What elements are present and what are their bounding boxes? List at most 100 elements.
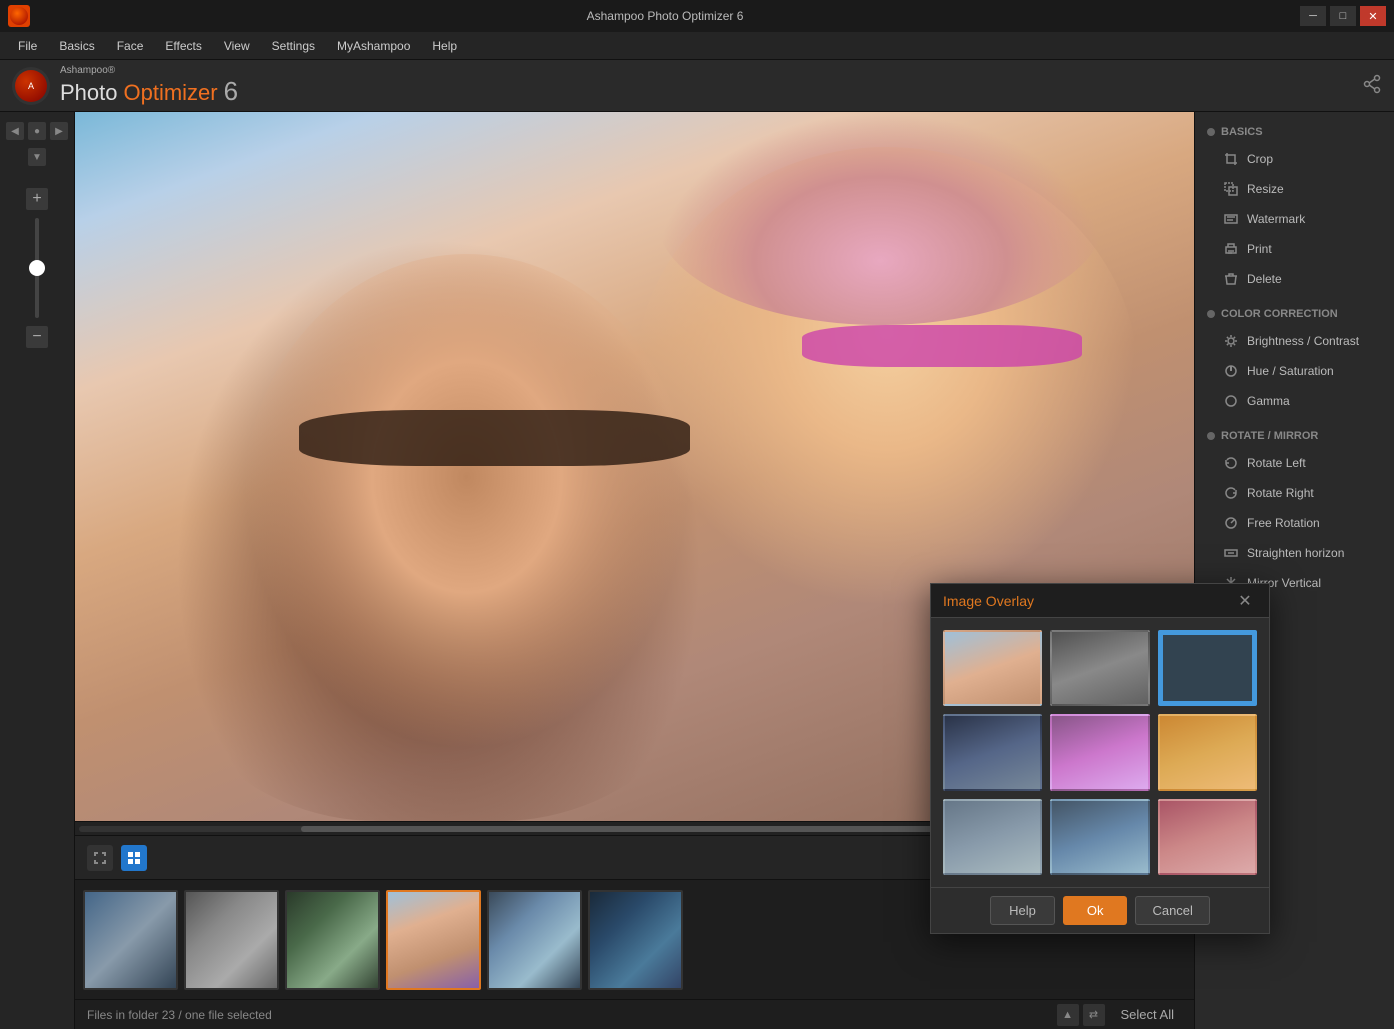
filmstrip-thumb-2[interactable] (184, 890, 279, 990)
nav-down-button[interactable]: ▼ (28, 148, 46, 166)
sidebar-color-correction-header: Color Correction (1195, 302, 1394, 326)
overlay-thumb-1[interactable] (943, 630, 1042, 706)
expand-button[interactable] (87, 845, 113, 871)
sidebar-item-straighten[interactable]: Straighten horizon (1195, 538, 1394, 568)
status-up-button[interactable]: ▲ (1057, 1004, 1079, 1026)
thumbnail-view-button[interactable] (121, 845, 147, 871)
dialog-content (931, 618, 1269, 887)
rotate-left-icon (1223, 455, 1239, 471)
status-swap-button[interactable]: ⇄ (1083, 1004, 1105, 1026)
crop-icon (1223, 151, 1239, 167)
app-logo-icon (8, 5, 30, 27)
cancel-button[interactable]: Cancel (1135, 896, 1209, 925)
brand-sub: Ashampoo® (60, 65, 238, 76)
left-panel: ◀ ● ▶ ▼ + − (0, 112, 75, 1029)
app-icon: A (12, 67, 50, 105)
sidebar-item-brightness[interactable]: Brightness / Contrast (1195, 326, 1394, 356)
zoom-slider-thumb[interactable] (29, 260, 45, 276)
brand-optimizer: Optimizer (124, 80, 218, 106)
sidebar-item-resize[interactable]: Resize (1195, 174, 1394, 204)
filmstrip-thumb-4[interactable] (386, 890, 481, 990)
status-right-area: ▲ ⇄ Select All (1057, 1003, 1182, 1026)
sidebar-item-hue[interactable]: Hue / Saturation (1195, 356, 1394, 386)
zoom-control: + − (26, 188, 48, 348)
rotate-mirror-dot-icon (1207, 432, 1215, 440)
menu-settings[interactable]: Settings (262, 35, 325, 57)
overlay-thumb-7[interactable] (943, 799, 1042, 875)
sidebar-item-print[interactable]: Print (1195, 234, 1394, 264)
menubar: File Basics Face Effects View Settings M… (0, 32, 1394, 60)
sidebar-rotate-mirror-header: Rotate / Mirror (1195, 424, 1394, 448)
dialog-titlebar: Image Overlay ✕ (931, 584, 1269, 618)
dialog-footer: Help Ok Cancel (931, 887, 1269, 933)
overlay-thumb-4[interactable] (943, 714, 1042, 790)
brand-name: Photo Optimizer 6 (60, 76, 238, 107)
menu-myashampoo[interactable]: MyAshampoo (327, 35, 420, 57)
sidebar-basics-header: Basics (1195, 120, 1394, 144)
overlay-thumb-3[interactable] (1158, 630, 1257, 706)
gamma-icon (1223, 393, 1239, 409)
titlebar: Ashampoo Photo Optimizer 6 ─ □ ✕ (0, 0, 1394, 32)
overlay-thumb-5[interactable] (1050, 714, 1149, 790)
filmstrip-thumb-1[interactable] (83, 890, 178, 990)
watermark-icon (1223, 211, 1239, 227)
basics-dot-icon (1207, 128, 1215, 136)
menu-face[interactable]: Face (107, 35, 154, 57)
sidebar-item-free-rotation[interactable]: Free Rotation (1195, 508, 1394, 538)
sidebar-item-crop[interactable]: Crop (1195, 144, 1394, 174)
overlay-thumb-2[interactable] (1050, 630, 1149, 706)
straighten-icon (1223, 545, 1239, 561)
menu-effects[interactable]: Effects (155, 35, 211, 57)
help-button[interactable]: Help (990, 896, 1055, 925)
delete-icon (1223, 271, 1239, 287)
app-logo-inner: A (15, 70, 47, 102)
zoom-slider-track[interactable] (35, 218, 39, 318)
menu-view[interactable]: View (214, 35, 260, 57)
brand-photo: Photo (60, 80, 118, 106)
image-overlay-dialog: Image Overlay ✕ Help Ok Cancel (930, 583, 1270, 934)
window-title: Ashampoo Photo Optimizer 6 (30, 9, 1300, 23)
resize-icon (1223, 181, 1239, 197)
sidebar-item-gamma[interactable]: Gamma (1195, 386, 1394, 416)
nav-center-button[interactable]: ● (28, 122, 46, 140)
brand-version: 6 (224, 76, 238, 107)
dialog-close-button[interactable]: ✕ (1233, 589, 1257, 613)
maximize-button[interactable]: □ (1330, 6, 1356, 26)
statusbar: Files in folder 23 / one file selected ▲… (75, 999, 1194, 1029)
share-button[interactable] (1362, 74, 1382, 97)
brand-area: A Ashampoo® Photo Optimizer 6 (12, 65, 238, 107)
print-icon (1223, 241, 1239, 257)
sidebar-item-watermark[interactable]: Watermark (1195, 204, 1394, 234)
close-button[interactable]: ✕ (1360, 6, 1386, 26)
sidebar-item-rotate-right[interactable]: Rotate Right (1195, 478, 1394, 508)
sidebar-item-rotate-left[interactable]: Rotate Left (1195, 448, 1394, 478)
overlay-thumb-6[interactable] (1158, 714, 1257, 790)
zoom-in-button[interactable]: + (26, 188, 48, 210)
menu-basics[interactable]: Basics (49, 35, 104, 57)
hue-icon (1223, 363, 1239, 379)
nav-arrows: ◀ ● ▶ (6, 122, 68, 140)
nav-left-button[interactable]: ◀ (6, 122, 24, 140)
filmstrip-thumb-5[interactable] (487, 890, 582, 990)
brightness-icon (1223, 333, 1239, 349)
filmstrip-thumb-6[interactable] (588, 890, 683, 990)
window-controls: ─ □ ✕ (1300, 6, 1386, 26)
overlay-thumb-8[interactable] (1050, 799, 1149, 875)
nav-right-button[interactable]: ▶ (50, 122, 68, 140)
filmstrip-thumb-3[interactable] (285, 890, 380, 990)
rotate-right-icon (1223, 485, 1239, 501)
menu-file[interactable]: File (8, 35, 47, 57)
menu-help[interactable]: Help (422, 35, 467, 57)
sidebar-item-delete[interactable]: Delete (1195, 264, 1394, 294)
app-brand-text: Ashampoo® Photo Optimizer 6 (60, 65, 238, 107)
select-all-button[interactable]: Select All (1113, 1003, 1182, 1026)
ok-button[interactable]: Ok (1063, 896, 1128, 925)
minimize-button[interactable]: ─ (1300, 6, 1326, 26)
zoom-out-button[interactable]: − (26, 326, 48, 348)
free-rotation-icon (1223, 515, 1239, 531)
app-header: A Ashampoo® Photo Optimizer 6 (0, 60, 1394, 112)
overlay-grid (943, 630, 1257, 875)
color-correction-dot-icon (1207, 310, 1215, 318)
dialog-title: Image Overlay (943, 593, 1034, 609)
overlay-thumb-9[interactable] (1158, 799, 1257, 875)
